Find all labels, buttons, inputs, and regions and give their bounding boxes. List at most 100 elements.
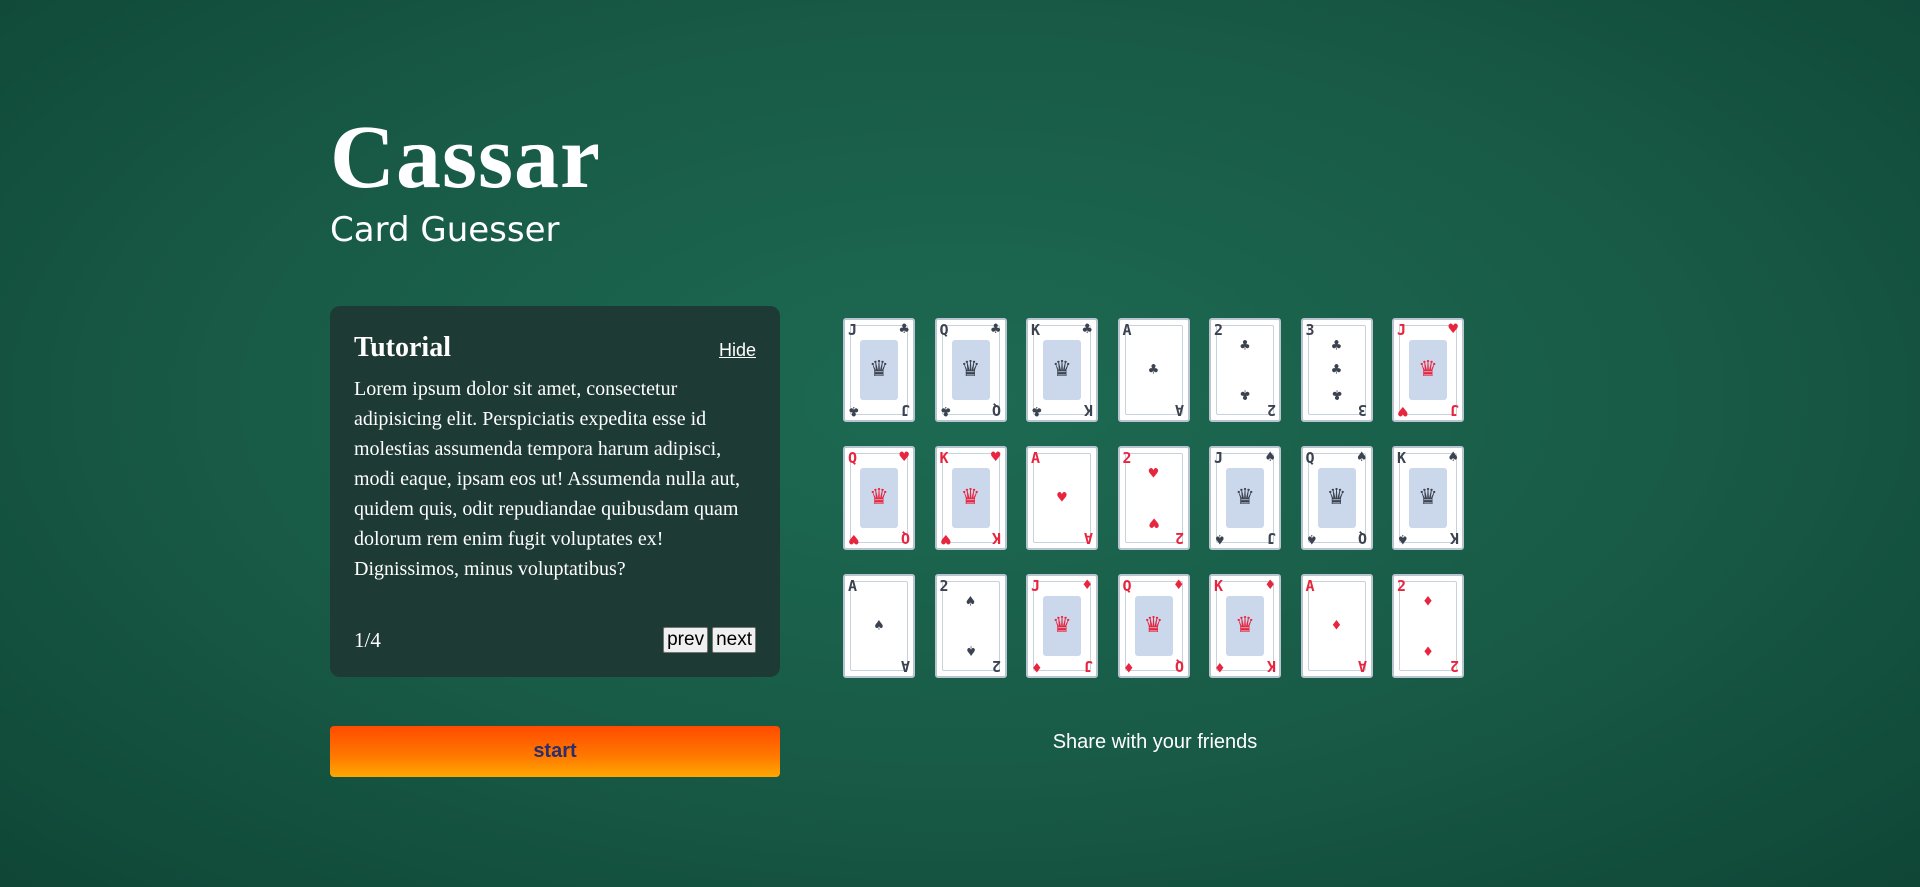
clubs-icon: ♣ [1239, 386, 1251, 402]
crown-icon: ♛ [869, 357, 889, 382]
tutorial-text: Lorem ipsum dolor sit amet, consectetur … [354, 378, 741, 580]
spades-icon: ♠ [964, 594, 977, 610]
card-a-of-clubs[interactable]: A A ♣ [1117, 318, 1190, 422]
clubs-icon: ♣ [1239, 338, 1251, 354]
card-rank: J [1214, 449, 1224, 467]
card-rank: A [848, 577, 858, 595]
hearts-icon: ♥ [989, 450, 1002, 465]
card-rank: 3 [1305, 321, 1315, 339]
card-rank: K [939, 449, 949, 467]
card-rank: 3 [1358, 401, 1368, 419]
card-k-of-clubs[interactable]: K K ♣ ♣ ♛ [1026, 318, 1098, 422]
card-rank: K [992, 529, 1002, 547]
crown-icon: ♛ [1235, 485, 1255, 510]
card-q-of-hearts[interactable]: Q Q ♥ ♥ ♛ [843, 446, 915, 550]
card-face-art: ♛ [1317, 468, 1356, 528]
clubs-icon: ♣ [939, 403, 952, 418]
card-2-of-diamonds[interactable]: 2 2 ♦ ♦ [1392, 574, 1464, 678]
card-k-of-hearts[interactable]: K K ♥ ♥ ♛ [934, 446, 1007, 550]
card-q-of-spades[interactable]: Q Q ♠ ♠ ♛ [1300, 446, 1373, 550]
card-a-of-spades[interactable]: A A ♠ [843, 574, 915, 678]
card-rank: A [1083, 529, 1093, 547]
card-rank: J [1266, 529, 1276, 547]
prev-button[interactable]: prev [663, 627, 709, 653]
card-rank: A [1122, 321, 1132, 339]
diamonds-icon: ♦ [1264, 578, 1276, 593]
crown-icon: ♛ [960, 357, 981, 382]
next-button[interactable]: next [712, 627, 756, 653]
clubs-icon: ♣ [989, 322, 1002, 337]
card-rank: 2 [1122, 449, 1132, 467]
card-rank: K [1031, 321, 1041, 339]
hide-tutorial-link[interactable]: Hide [719, 340, 756, 361]
card-rank: A [1031, 449, 1041, 467]
spades-icon: ♠ [964, 642, 977, 658]
card-k-of-diamonds[interactable]: K K ♦ ♦ ♛ [1209, 574, 1281, 678]
card-j-of-spades[interactable]: J J ♠ ♠ ♛ [1209, 446, 1281, 550]
card-rank: Q [848, 449, 858, 467]
card-2-of-spades[interactable]: 2 2 ♠ ♠ [934, 574, 1007, 678]
tutorial-footer: 1/4 prev next [354, 627, 756, 653]
card-q-of-clubs[interactable]: Q Q ♣ ♣ ♛ [934, 318, 1007, 422]
card-j-of-diamonds[interactable]: J J ♦ ♦ ♛ [1026, 574, 1098, 678]
card-rank: 2 [992, 657, 1002, 675]
tutorial-title: Tutorial [354, 332, 451, 363]
card-face-art: ♛ [1226, 596, 1264, 656]
hearts-icon: ♥ [1397, 403, 1409, 418]
card-face-art: ♛ [860, 340, 898, 400]
card-face-art: ♛ [1043, 340, 1081, 400]
crown-icon: ♛ [1235, 613, 1255, 638]
card-rank: A [1175, 401, 1185, 419]
tutorial-page-indicator: 1/4 [354, 627, 381, 652]
card-rank: K [1266, 657, 1276, 675]
card-face-art: ♛ [1409, 340, 1447, 400]
card-rank: 2 [939, 577, 949, 595]
card-rank: Q [939, 321, 949, 339]
card-2-of-clubs[interactable]: 2 2 ♣ ♣ [1209, 318, 1281, 422]
card-2-of-hearts[interactable]: 2 2 ♥ ♥ [1117, 446, 1190, 550]
share-text: Share with your friends [1052, 731, 1258, 753]
card-rank: A [1358, 657, 1368, 675]
spades-icon: ♠ [1305, 531, 1318, 546]
card-rank: K [1449, 529, 1459, 547]
card-j-of-clubs[interactable]: J J ♣ ♣ ♛ [843, 318, 915, 422]
card-face-art: ♛ [1226, 468, 1264, 528]
card-k-of-spades[interactable]: K K ♠ ♠ ♛ [1392, 446, 1464, 550]
diamonds-icon: ♦ [1422, 642, 1434, 658]
spades-icon: ♠ [1264, 450, 1276, 465]
card-rank: 2 [1449, 657, 1459, 675]
card-rank: Q [1175, 657, 1185, 675]
card-rank: Q [900, 529, 910, 547]
card-rank: Q [1358, 529, 1368, 547]
card-rank: J [848, 321, 858, 339]
card-rank: J [1449, 401, 1459, 419]
crown-icon: ♛ [1418, 357, 1438, 382]
card-face-art: ♛ [951, 468, 990, 528]
crown-icon: ♛ [1052, 357, 1072, 382]
card-rank: J [900, 401, 910, 419]
card-q-of-diamonds[interactable]: Q Q ♦ ♦ ♛ [1117, 574, 1190, 678]
crown-icon: ♛ [1052, 613, 1072, 638]
spades-icon: ♠ [1447, 450, 1459, 465]
hearts-icon: ♥ [848, 531, 860, 546]
card-face-art: ♛ [1134, 596, 1173, 656]
clubs-icon: ♣ [848, 403, 860, 418]
card-rank: 2 [1175, 529, 1185, 547]
card-j-of-hearts[interactable]: J J ♥ ♥ ♛ [1392, 318, 1464, 422]
card-a-of-hearts[interactable]: A A ♥ [1026, 446, 1098, 550]
spades-icon: ♠ [1214, 531, 1226, 546]
card-rank: Q [1305, 449, 1315, 467]
card-rank: J [1397, 321, 1407, 339]
spades-icon: ♠ [1355, 450, 1368, 465]
card-rank: K [1214, 577, 1224, 595]
diamonds-icon: ♦ [1122, 659, 1135, 674]
hearts-icon: ♥ [939, 531, 952, 546]
clubs-icon: ♣ [1081, 322, 1093, 337]
crown-icon: ♛ [1143, 613, 1164, 638]
tutorial-nav: prev next [663, 627, 756, 653]
card-3-of-clubs[interactable]: 3 3 ♣ ♣ ♣ [1300, 318, 1373, 422]
start-button[interactable]: start [330, 726, 780, 777]
card-rank: 2 [1214, 321, 1224, 339]
card-a-of-diamonds[interactable]: A A ♦ [1300, 574, 1373, 678]
diamonds-icon: ♦ [1330, 618, 1343, 634]
